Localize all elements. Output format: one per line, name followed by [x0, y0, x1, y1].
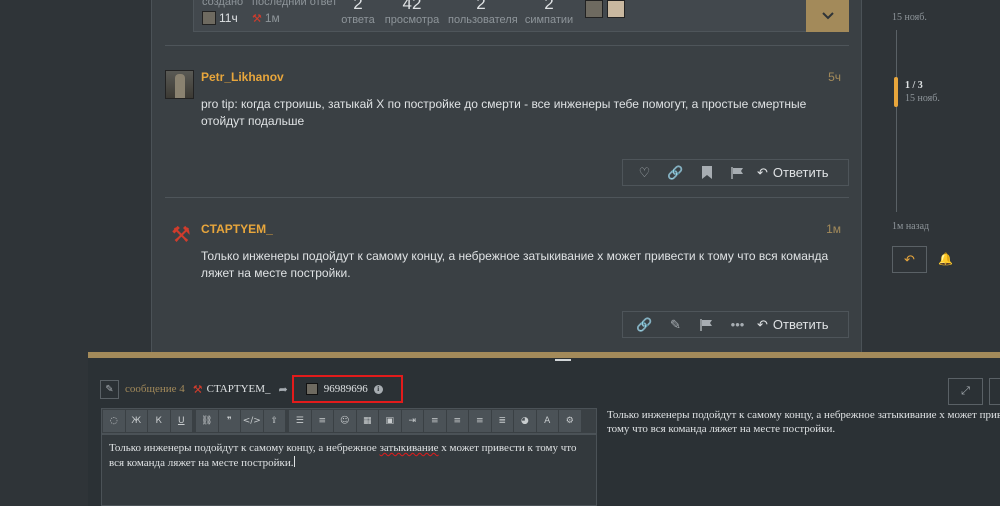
last-reply-label: последний ответ	[252, 0, 338, 8]
more-icon[interactable]: •••	[722, 312, 753, 337]
topic-map: создано 11ч последний ответ ⚒ 1м 2 ответа…	[193, 0, 849, 32]
link-icon[interactable]: 🔗	[629, 312, 660, 337]
post-actions: 🔗 ✎ ••• ↶ Ответить	[622, 311, 849, 338]
reply-button[interactable]: ↶ Ответить	[753, 160, 832, 185]
timeline-position: 1 / 3	[905, 80, 923, 91]
wrench-logo-icon: ⚒	[252, 12, 262, 25]
created-value[interactable]: 11ч	[202, 11, 238, 25]
target-user-highlight[interactable]: 96989696 i	[291, 375, 403, 403]
timeline-reply-button[interactable]: ↶	[892, 246, 927, 273]
created-label: создано	[202, 0, 244, 8]
emoji-icon[interactable]: ☺	[334, 410, 356, 432]
bullet-list-icon[interactable]: ☰	[289, 410, 311, 432]
expand-icon: ⤢	[961, 385, 970, 397]
target-avatar	[305, 383, 318, 395]
post-divider	[165, 197, 849, 198]
align-center-icon[interactable]: ≡	[446, 410, 468, 432]
composer-toggle-button[interactable]	[989, 378, 1000, 405]
reply-arrow-icon: ↶	[904, 251, 915, 267]
post-startyem: ⚒ CTAPTYEM_ 1м Только инженеры подойдут …	[165, 222, 849, 340]
reply-arrow-icon: ↶	[757, 164, 768, 180]
bold-icon[interactable]: Ж	[125, 410, 147, 432]
underline-icon[interactable]: U	[170, 410, 192, 432]
link-icon[interactable]: 🔗	[660, 160, 691, 185]
share-arrow-icon: ➦	[278, 383, 288, 396]
timeline-handle[interactable]	[894, 77, 898, 107]
last-reply-value[interactable]: ⚒ 1м	[252, 11, 280, 25]
bell-icon[interactable]: 🔔	[938, 252, 953, 266]
wrench-logo-icon: ⚒	[192, 383, 203, 396]
topic-map-expand-button[interactable]	[806, 0, 849, 32]
info-icon[interactable]: i	[373, 384, 383, 394]
creator-avatar[interactable]	[202, 11, 216, 25]
composer-header: ✎ сообщение 4 ⚒ CTAPTYEM_ ➦ 96989696 i	[100, 375, 403, 403]
flag-icon[interactable]	[691, 312, 722, 337]
post-username[interactable]: CTAPTYEM_	[201, 222, 273, 236]
target-username: 96989696	[323, 383, 368, 395]
composer-resize-grip[interactable]	[555, 359, 571, 361]
avatar[interactable]: ⚒	[167, 222, 195, 250]
timeline-start-date[interactable]: 15 нояб.	[892, 12, 927, 23]
post-petr: Petr_Likhanov 5ч pro tip: когда строишь,…	[165, 70, 849, 188]
misspelled-word: затыкивание	[379, 442, 439, 454]
timeline-end-date[interactable]: 1м назад	[892, 221, 929, 232]
blockquote-icon[interactable]: ❞	[218, 410, 240, 432]
post-username[interactable]: Petr_Likhanov	[201, 70, 284, 84]
align-right-icon[interactable]: ≡	[469, 410, 491, 432]
timeline-position-date: 15 нояб.	[905, 93, 940, 104]
gear-icon[interactable]: ⚙	[559, 410, 581, 432]
flag-icon[interactable]	[722, 160, 753, 185]
like-icon[interactable]: ♡	[629, 160, 660, 185]
post-body: Только инженеры подойдут к самому концу,…	[201, 249, 829, 280]
post-date[interactable]: 5ч	[828, 70, 841, 84]
image-icon[interactable]: ▣	[379, 410, 401, 432]
post-body: pro tip: когда строишь, затыкай Х по пос…	[201, 97, 807, 128]
post-actions: ♡ 🔗 ↶ Ответить	[622, 159, 849, 186]
align-left-icon[interactable]: ≡	[424, 410, 446, 432]
font-icon[interactable]: A	[536, 410, 558, 432]
composer-actions-button[interactable]: ✎	[100, 379, 119, 399]
reply-textarea[interactable]: Только инженеры подойдут к самому концу,…	[101, 434, 597, 506]
reply-arrow-icon: ↶	[757, 316, 768, 332]
quote-bubble-icon[interactable]: ◌	[103, 410, 125, 432]
post-date[interactable]: 1м	[826, 222, 841, 236]
reply-preview: Только инженеры подойдут к самому концу,…	[607, 409, 1000, 435]
reply-to-post-link[interactable]: сообщение 4	[125, 383, 185, 395]
calendar-icon[interactable]: ▦	[356, 410, 378, 432]
reply-composer: ✎ сообщение 4 ⚒ CTAPTYEM_ ➦ 96989696 i ⤢…	[88, 352, 1000, 506]
numbered-list-icon[interactable]: ≡	[311, 410, 333, 432]
bookmark-icon[interactable]	[691, 160, 722, 185]
edit-icon[interactable]: ✎	[660, 312, 691, 337]
indent-icon[interactable]: ⇥	[401, 410, 423, 432]
avatar[interactable]	[165, 70, 194, 99]
code-icon[interactable]: </>	[241, 410, 263, 432]
post-divider	[165, 45, 849, 46]
fullscreen-button[interactable]: ⤢	[948, 378, 983, 405]
timeline-scrollbar[interactable]	[896, 30, 897, 212]
text-caret	[293, 456, 295, 467]
participant-avatar-2[interactable]	[607, 0, 625, 18]
participant-avatar-1[interactable]	[585, 0, 603, 18]
reply-to-user[interactable]: CTAPTYEM_	[207, 383, 271, 395]
chevron-down-icon	[821, 12, 834, 20]
editor-toolbar: ◌ Ж К U ⛓ ❞ </> ⇪ ☰ ≡ ☺ ▦ ▣ ⇥ ≡ ≡ ≡ ≣ ◕ …	[101, 408, 597, 434]
align-justify-icon[interactable]: ≣	[491, 410, 513, 432]
italic-icon[interactable]: К	[148, 410, 170, 432]
pencil-icon: ✎	[105, 383, 114, 395]
upload-icon[interactable]: ⇪	[263, 410, 285, 432]
palette-icon[interactable]: ◕	[514, 410, 536, 432]
link-icon[interactable]: ⛓	[196, 410, 218, 432]
reply-button[interactable]: ↶ Ответить	[753, 312, 832, 337]
